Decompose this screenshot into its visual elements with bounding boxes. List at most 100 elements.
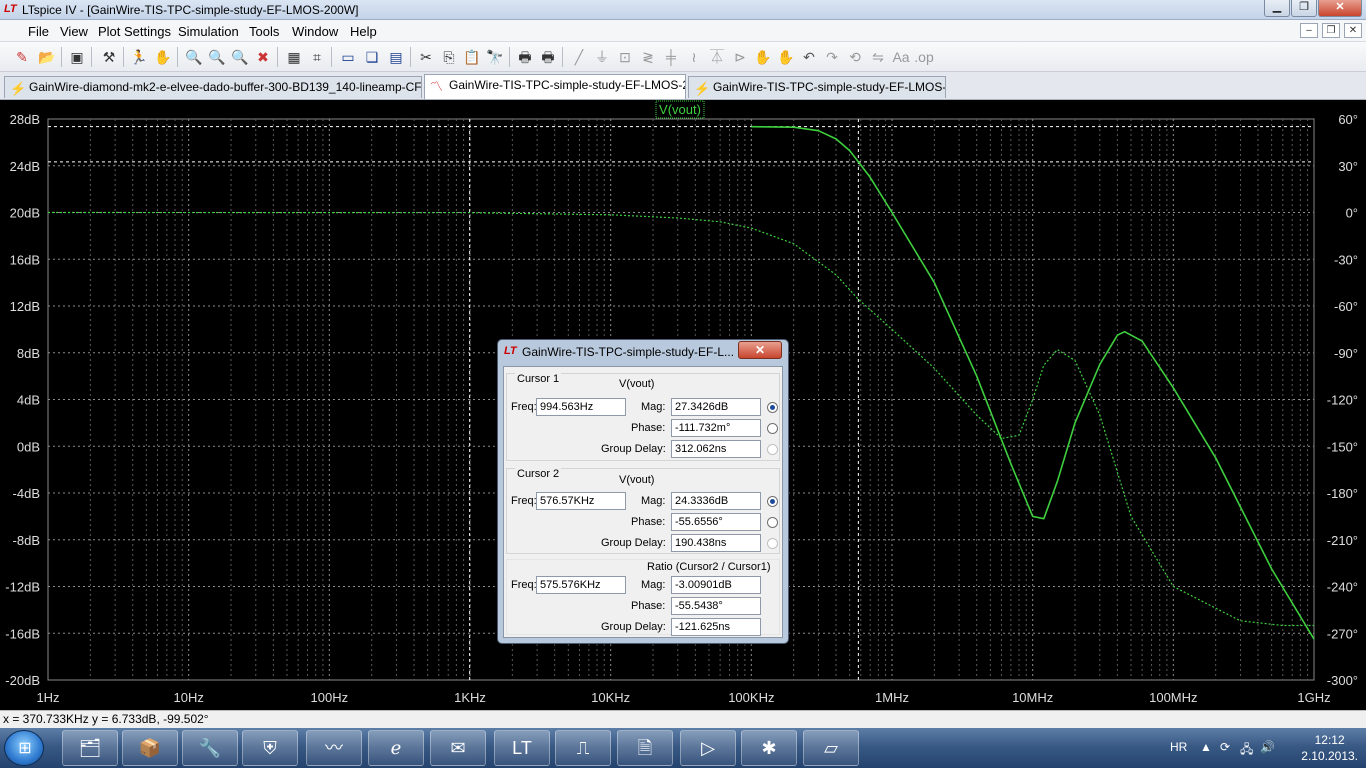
close-button[interactable]: ✕ [1318, 0, 1362, 17]
package-icon: 📦 [138, 738, 162, 758]
redo-icon[interactable]: ↷ [822, 47, 842, 67]
sync-icon[interactable]: ⟳ [1220, 740, 1230, 754]
capacitor-icon[interactable]: ╪ [661, 47, 681, 67]
y-right-tick-label: -30° [1334, 252, 1358, 267]
open-folder-icon[interactable]: 📂 [37, 47, 57, 67]
tile-vertical-icon[interactable]: ▤ [386, 47, 406, 67]
halt-icon[interactable]: ✋ [153, 47, 173, 67]
pdf-task[interactable]: ⎍ [555, 730, 611, 766]
menu-tools[interactable]: Tools [249, 24, 279, 39]
undo-icon[interactable]: ↶ [799, 47, 819, 67]
run-icon[interactable]: 🏃 [129, 47, 149, 67]
cursor1-phase-radio[interactable] [767, 423, 778, 434]
rotate-icon[interactable]: ⟲ [845, 47, 865, 67]
security-task[interactable]: ⛨ [242, 730, 298, 766]
tray-expand-icon[interactable]: ▲ [1200, 740, 1212, 754]
spice-directive-icon[interactable]: .op [914, 47, 934, 67]
cursor1-freq-field[interactable]: 994.563Hz [536, 398, 626, 416]
mail-task[interactable]: ✉ [430, 730, 486, 766]
mdi-close-icon[interactable]: ✕ [1344, 23, 1362, 38]
find-icon[interactable]: 🔭 [485, 47, 505, 67]
title-bar: LT LTspice IV - [GainWire-TIS-TPC-simple… [0, 0, 1366, 20]
tools-task[interactable]: 🔧 [182, 730, 238, 766]
delete-trace-icon[interactable]: ⌗ [307, 47, 327, 67]
freq-label: Freq: [511, 401, 537, 413]
y-left-tick-label: 24dB [10, 159, 40, 174]
cursor2-group: Cursor 2 V(vout) Freq: 576.57KHz Mag: 24… [506, 468, 780, 554]
maximize-button[interactable]: ❐ [1291, 0, 1317, 17]
cursor2-freq-field[interactable]: 576.57KHz [536, 492, 626, 510]
move-icon[interactable]: ✋ [753, 47, 773, 67]
menu-simulation[interactable]: Simulation [178, 24, 239, 39]
mdi-restore-icon[interactable]: ❐ [1322, 23, 1340, 38]
cursor2-group-delay-radio[interactable] [767, 538, 778, 549]
menu-plot-settings[interactable]: Plot Settings [98, 24, 171, 39]
y-right-tick-label: -90° [1334, 346, 1358, 361]
diode-icon[interactable]: ⏄ [707, 47, 727, 67]
paste-icon[interactable]: 📋 [462, 47, 482, 67]
print-preview-icon[interactable]: 🖶 [515, 47, 535, 67]
installer-task[interactable]: 📦 [122, 730, 178, 766]
cursor1-phase-field: -111.732m° [671, 419, 761, 437]
time: 12:12 [1314, 733, 1345, 747]
tab-schematic-diamond[interactable]: ⚡ GainWire-diamond-mk2-e-elvee-dado-buff… [4, 76, 422, 98]
drag-icon[interactable]: ✋ [776, 47, 796, 67]
cascade-icon[interactable]: ❏ [362, 47, 382, 67]
control-panel-icon[interactable]: ⚒ [99, 47, 119, 67]
cursor1-group-delay-radio[interactable] [767, 444, 778, 455]
mirror-icon[interactable]: ⇋ [868, 47, 888, 67]
inductor-icon[interactable]: ≀ [684, 47, 704, 67]
minimize-button[interactable]: ▁ [1264, 0, 1290, 17]
ltspice-icon: LT [512, 738, 532, 758]
ltspice-task[interactable]: LT [494, 730, 550, 766]
schematic-icon: ⚡ [694, 81, 711, 96]
zoom-in-icon[interactable]: 🔍 [184, 47, 204, 67]
internet-explorer-icon: ℯ [390, 738, 402, 758]
volume-icon[interactable]: 🔊 [1260, 740, 1275, 754]
toolbar: ✎ 📂 ▣ ⚒ 🏃 ✋ 🔍 🔍 🔍 ✖ ▦ ⌗ ▭ ❏ ▤ ✂ ⎘ 📋 🔭 🖶 … [0, 42, 1366, 72]
ie-task[interactable]: ℯ [368, 730, 424, 766]
cut-icon[interactable]: ✂ [416, 47, 436, 67]
zoom-fit-icon[interactable]: ✖ [253, 47, 273, 67]
new-schematic-icon[interactable]: ✎ [12, 47, 32, 67]
start-button[interactable]: ⊞ [4, 730, 44, 766]
network-icon[interactable]: 🖧 [1240, 740, 1253, 761]
autoscale-icon[interactable]: ▦ [284, 47, 304, 67]
x-tick-label: 10Hz [173, 690, 203, 705]
text-icon[interactable]: Aa [891, 47, 911, 67]
tile-horizontal-icon[interactable]: ▭ [338, 47, 358, 67]
label-net-icon[interactable]: ⊡ [615, 47, 635, 67]
zoom-area-icon[interactable]: 🔍 [207, 47, 227, 67]
simulator-task[interactable]: ▷ [680, 730, 736, 766]
app-task[interactable]: ✱ [741, 730, 797, 766]
ratio-phase-field: -55.5438° [671, 597, 761, 615]
explorer-task[interactable]: 🗂 [62, 730, 118, 766]
menu-file[interactable]: File [28, 24, 49, 39]
mdi-minimize-icon[interactable]: – [1300, 23, 1318, 38]
print-icon[interactable]: 🖶 [538, 47, 558, 67]
x-tick-label: 100KHz [728, 690, 774, 705]
component-icon[interactable]: ⊳ [730, 47, 750, 67]
oscilloscope-task[interactable]: 〰 [306, 730, 362, 766]
phase-label: Phase: [631, 600, 666, 612]
language-indicator[interactable]: HR [1170, 740, 1187, 754]
clock[interactable]: 12:12 2.10.2013. [1301, 732, 1358, 764]
notes-task[interactable]: ▱ [803, 730, 859, 766]
y-right-tick-label: -270° [1327, 626, 1358, 641]
document-task[interactable]: 🗎 [617, 730, 673, 766]
menu-help[interactable]: Help [350, 24, 377, 39]
tab-schematic-tis[interactable]: ⚡ GainWire-TIS-TPC-simple-study-EF-LMOS-… [688, 76, 946, 98]
cursor2-phase-radio[interactable] [767, 517, 778, 528]
menu-view[interactable]: View [60, 24, 88, 39]
tab-waveform-active[interactable]: 〽 GainWire-TIS-TPC-simple-study-EF-LMOS-… [424, 74, 686, 99]
save-icon[interactable]: ▣ [67, 47, 87, 67]
cursor2-mag-radio[interactable] [767, 496, 778, 507]
dialog-close-button[interactable]: ✕ [738, 341, 782, 359]
resistor-icon[interactable]: ≷ [638, 47, 658, 67]
wire-icon[interactable]: ╱ [569, 47, 589, 67]
ground-icon[interactable]: ⏚ [592, 47, 612, 67]
menu-window[interactable]: Window [292, 24, 338, 39]
copy-icon[interactable]: ⎘ [439, 47, 459, 67]
zoom-out-icon[interactable]: 🔍 [230, 47, 250, 67]
cursor1-mag-radio[interactable] [767, 402, 778, 413]
